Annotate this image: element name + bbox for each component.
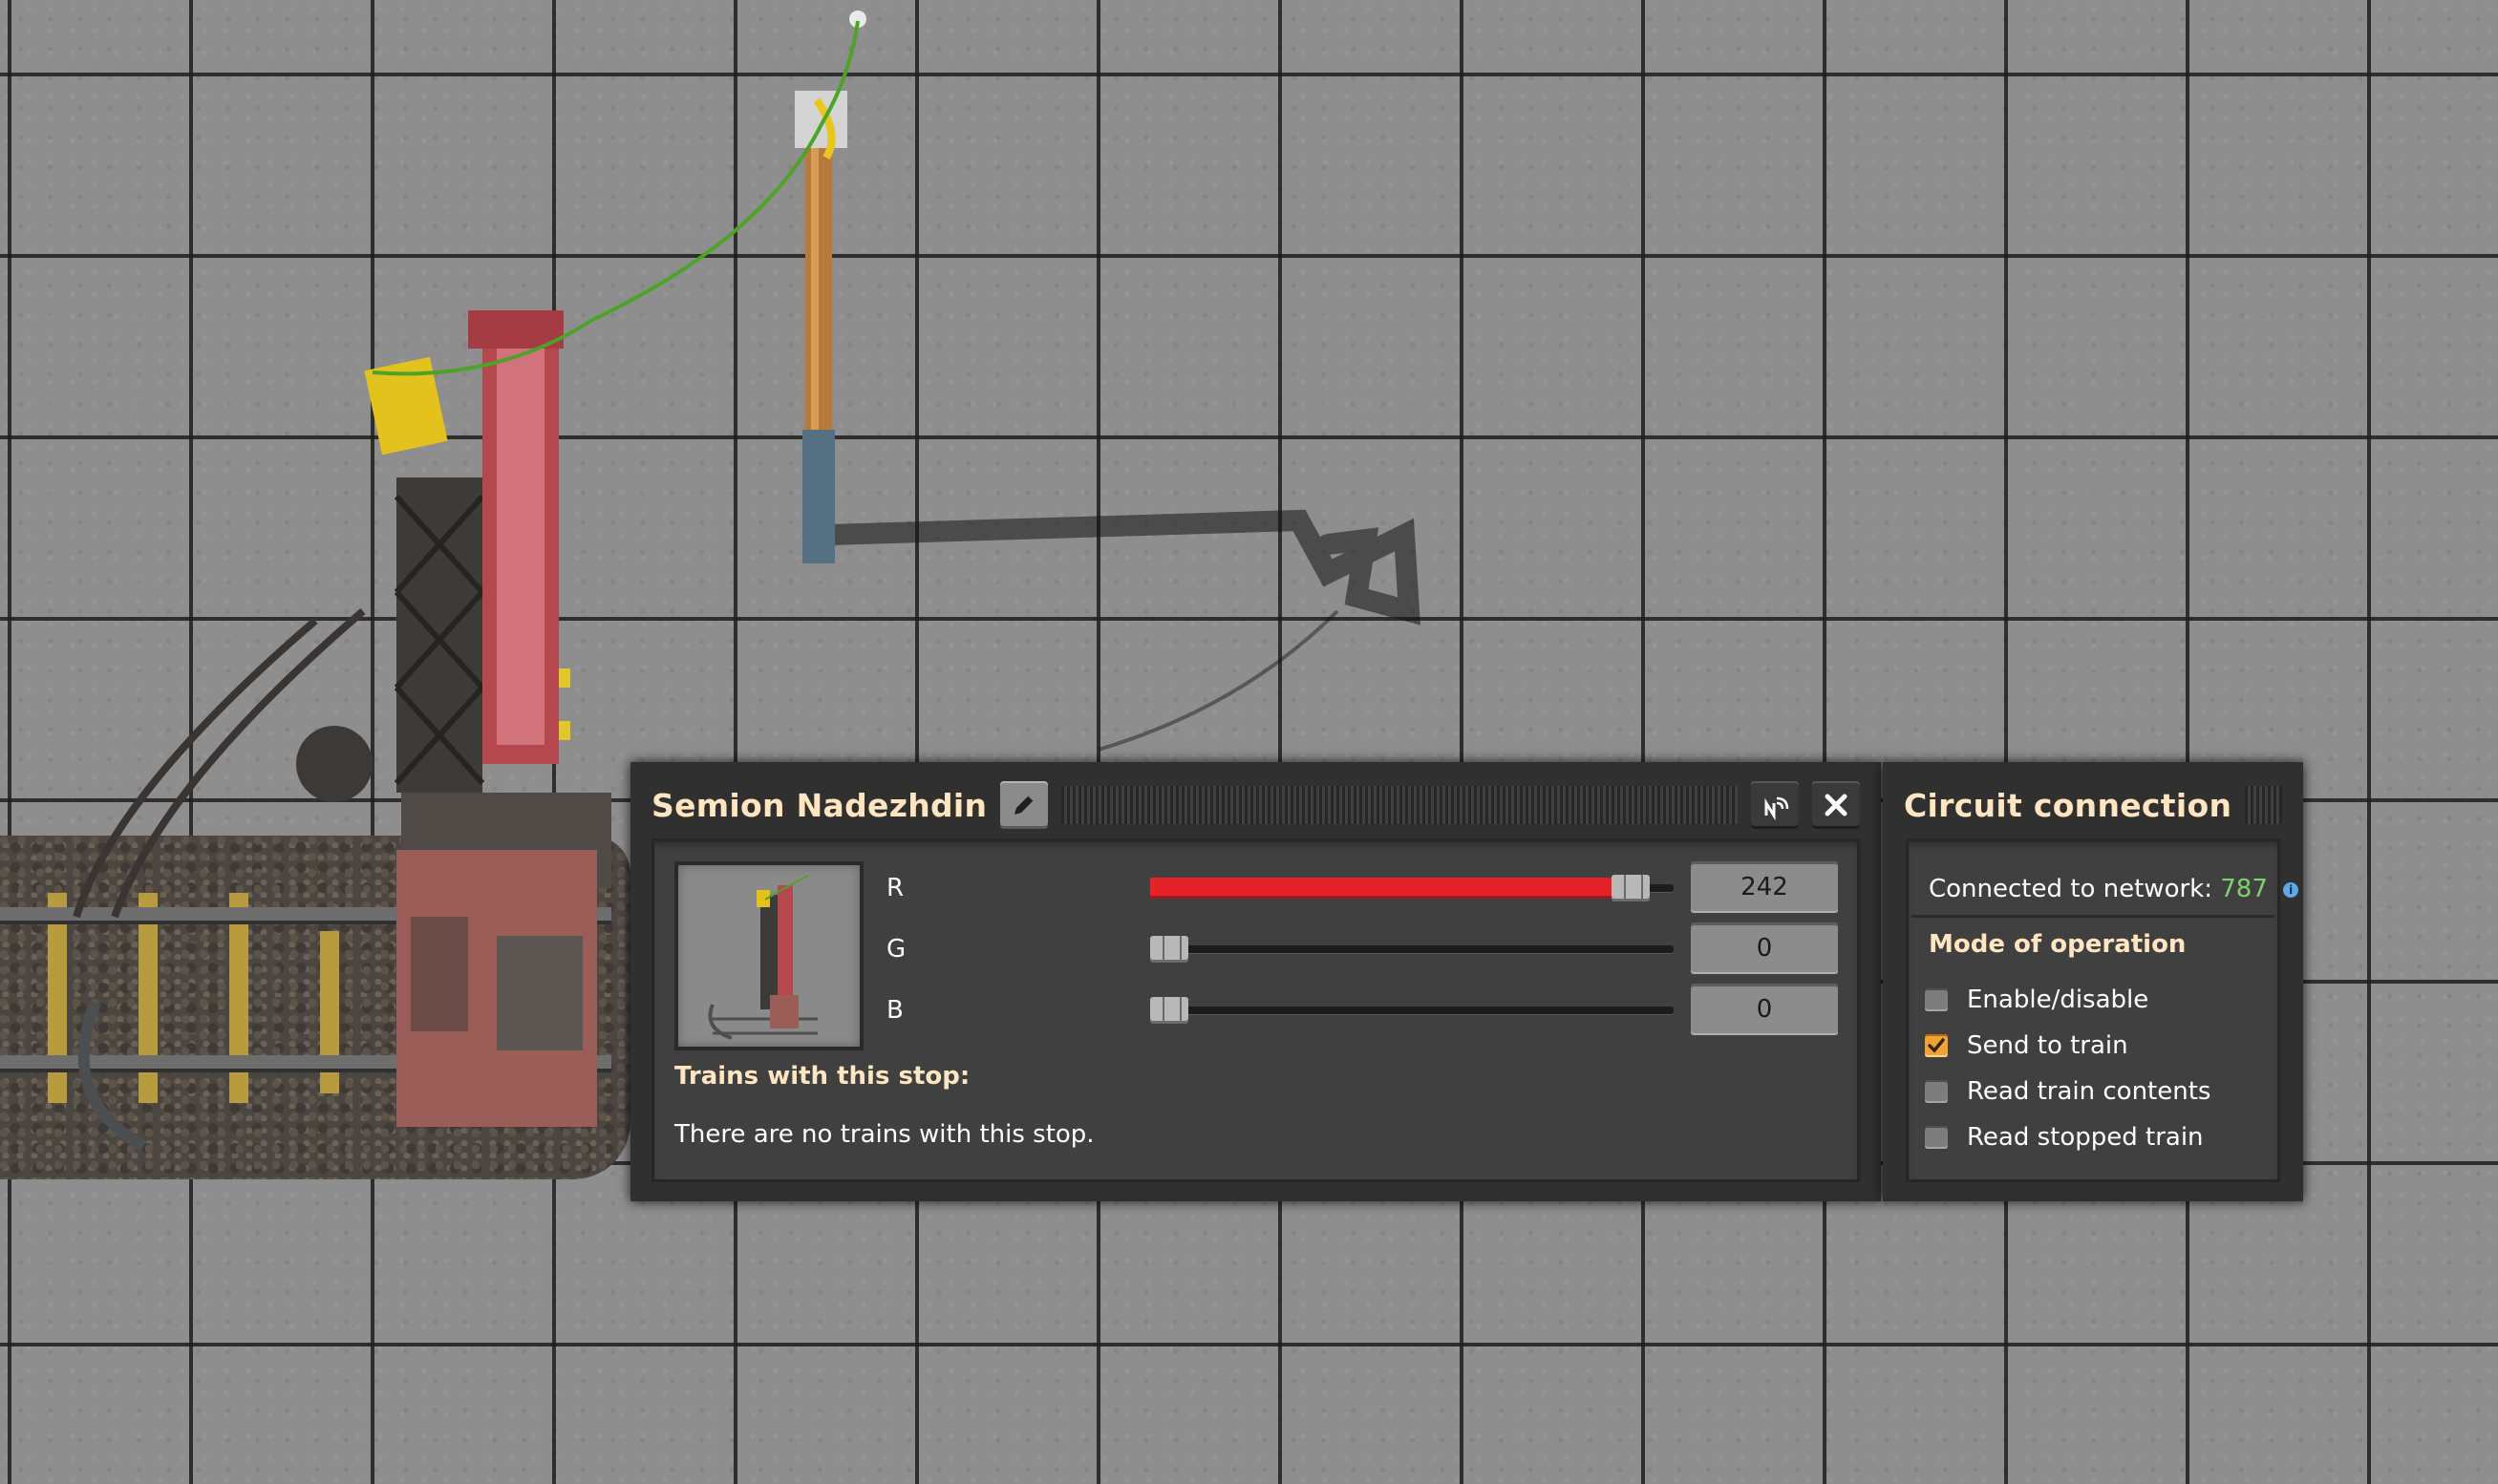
pencil-icon <box>1014 795 1035 815</box>
checkbox-read-train-contents[interactable] <box>1925 1080 1948 1103</box>
circuit-connection-window: Circuit connection Connected to network:… <box>1883 762 2303 1201</box>
color-row-r: R 242 <box>886 861 1842 915</box>
color-slider-b[interactable] <box>1150 997 1674 1024</box>
green-circuit-wire <box>372 20 860 376</box>
radar-icon <box>1764 796 1789 820</box>
close-icon <box>1825 794 1847 816</box>
entity-preview[interactable] <box>674 861 864 1050</box>
checkbox-enable-disable[interactable] <box>1925 988 1948 1011</box>
slider-knob-g[interactable] <box>1150 936 1188 963</box>
color-value-r[interactable]: 242 <box>1691 861 1838 913</box>
option-label: Read stopped train <box>1967 1123 2204 1152</box>
pole-shadow <box>821 509 1420 625</box>
titlebar-drag-handle[interactable] <box>1061 786 1738 824</box>
rename-button[interactable] <box>1000 781 1049 829</box>
network-id: 787 <box>2220 875 2268 903</box>
circuit-titlebar: Circuit connection <box>1904 776 2282 834</box>
train-stop-titlebar: Semion Nadezhdin <box>651 776 1860 834</box>
slider-knob-r[interactable] <box>1611 875 1650 901</box>
circuit-drag-handle[interactable] <box>2245 786 2282 824</box>
network-label: Connected to network: <box>1929 875 2212 903</box>
mode-heading: Mode of operation <box>1929 930 2187 959</box>
color-value-g[interactable]: 0 <box>1691 922 1838 974</box>
trains-heading: Trains with this stop: <box>674 1062 971 1091</box>
close-button[interactable] <box>1812 781 1860 829</box>
color-label-g: G <box>886 935 907 964</box>
wire-shadow <box>1098 609 1339 752</box>
slider-fill-r <box>1150 878 1631 899</box>
circuit-content: Connected to network: 787 i Mode of oper… <box>1906 838 2299 1182</box>
option-enable-disable[interactable]: Enable/disable <box>1925 981 2148 1019</box>
option-label: Read train contents <box>1967 1077 2211 1106</box>
train-stop-content: R 242 G 0 B 0 Trains with this stop: The… <box>651 838 1860 1182</box>
open-map-button[interactable] <box>1751 781 1799 829</box>
network-status: Connected to network: 787 i <box>1929 875 2299 903</box>
small-electric-pole[interactable] <box>795 11 866 563</box>
circuit-title: Circuit connection <box>1904 786 2232 824</box>
info-icon[interactable]: i <box>2283 881 2299 898</box>
color-value-b[interactable]: 0 <box>1691 984 1838 1035</box>
circuit-divider <box>1911 915 2274 918</box>
checkmark-icon <box>1928 1038 1945 1053</box>
train-stop-window: Semion Nadezhdin R 242 G 0 B 0 Trains wi… <box>630 762 1881 1201</box>
color-slider-g[interactable] <box>1150 936 1674 963</box>
train-stop-name: Semion Nadezhdin <box>651 786 988 824</box>
option-read-stopped-train[interactable]: Read stopped train <box>1925 1118 2204 1156</box>
checkbox-read-stopped-train[interactable] <box>1925 1126 1948 1149</box>
trains-empty-text: There are no trains with this stop. <box>674 1120 1095 1149</box>
option-label: Enable/disable <box>1967 986 2149 1014</box>
option-read-train-contents[interactable]: Read train contents <box>1925 1072 2210 1111</box>
option-send-to-train[interactable]: Send to train <box>1925 1027 2128 1065</box>
color-slider-r[interactable] <box>1150 875 1674 901</box>
color-label-b: B <box>886 996 904 1025</box>
game-world <box>0 0 2498 1484</box>
color-row-g: G 0 <box>886 922 1842 976</box>
checkbox-send-to-train[interactable] <box>1925 1034 1948 1057</box>
slider-knob-b[interactable] <box>1150 997 1188 1024</box>
world-entities <box>0 11 1420 1152</box>
train-stop-preview-image <box>708 875 818 1040</box>
option-label: Send to train <box>1967 1031 2128 1060</box>
color-label-r: R <box>886 874 905 902</box>
color-row-b: B 0 <box>886 984 1842 1037</box>
